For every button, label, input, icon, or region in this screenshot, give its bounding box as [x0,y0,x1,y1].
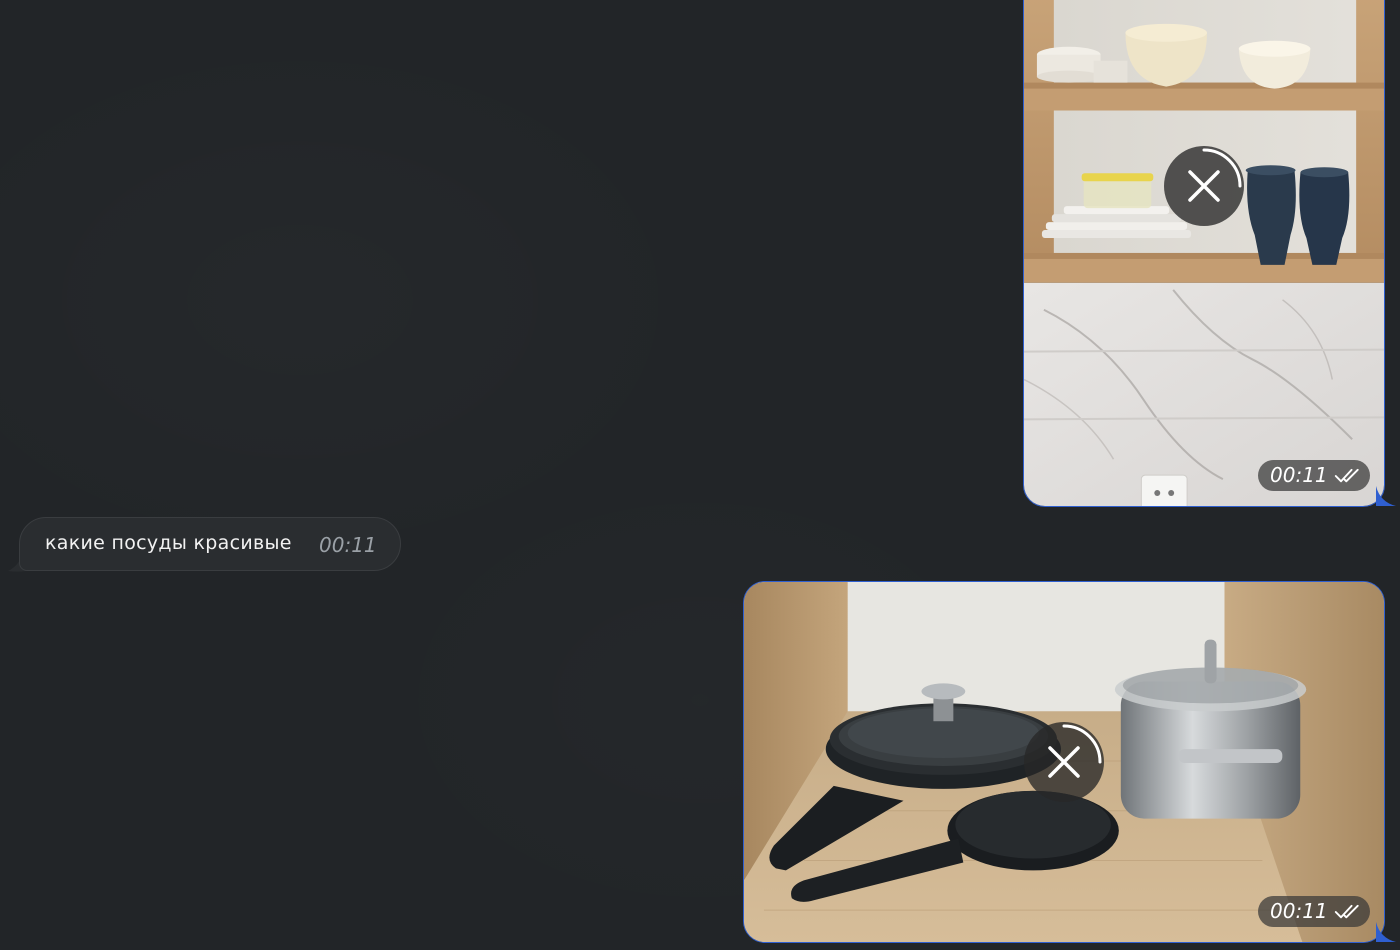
message-time: 00:11 [1270,463,1328,487]
photo-timestamp: 00:11 [1258,460,1370,491]
photo-timestamp: 00:11 [1258,896,1370,927]
outgoing-photo-message[interactable] [1023,0,1385,507]
photo-kitchen-shelves [1024,0,1384,506]
double-check-icon [1334,468,1359,482]
incoming-text-message[interactable]: какие посуды красивые 00:11 [19,517,401,571]
cancel-upload-button[interactable] [1024,722,1104,802]
close-icon [1188,148,1242,202]
outgoing-bubble-tail [1376,922,1396,942]
cancel-upload-button[interactable] [1164,146,1244,226]
close-icon [1048,724,1102,778]
outgoing-bubble-tail [1376,486,1396,506]
message-time: 00:11 [319,533,377,557]
double-check-icon [1334,904,1359,918]
message-text: какие посуды красивые [45,532,292,554]
message-time: 00:11 [1270,899,1328,923]
